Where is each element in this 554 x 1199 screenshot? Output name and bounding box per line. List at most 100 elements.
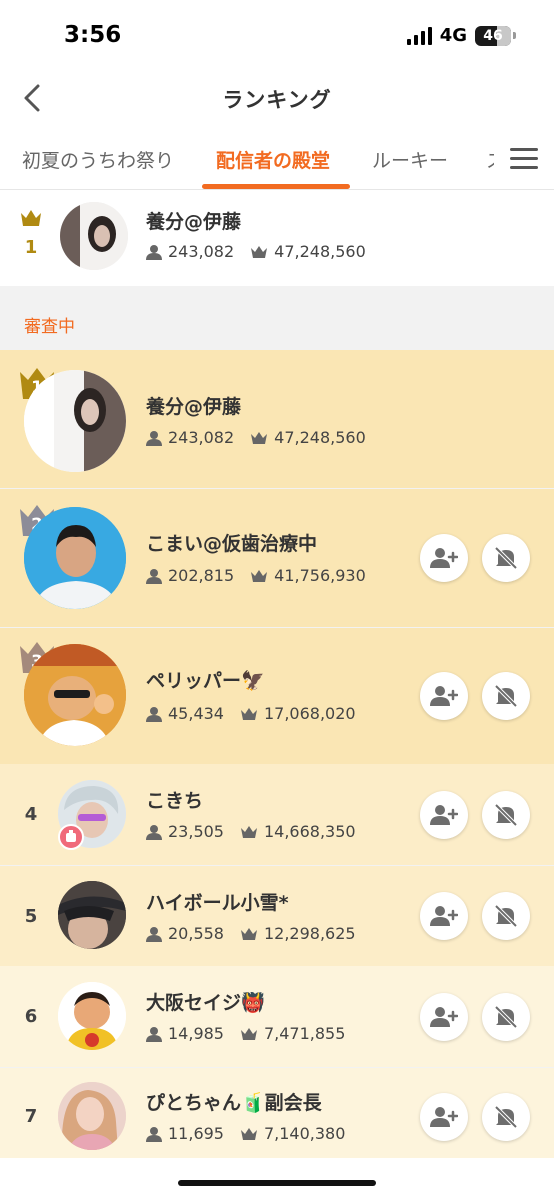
notify-button[interactable] [482,1093,530,1141]
points-count: 17,068,020 [263,704,356,723]
streamer-stats: 20,558 12,298,625 [146,924,356,943]
person-icon [146,926,162,942]
streamer-name: こきち [146,790,204,812]
menu-button[interactable] [510,148,538,172]
streamer-name: ハイボール小雪* [146,892,289,914]
ranking-row[interactable]: 6 大阪セイジ👹 14,985 7,471,855 [0,966,554,1067]
person-icon [146,568,162,584]
rank-number: 7 [24,1106,38,1127]
rank-number: 6 [24,1006,38,1027]
notify-button[interactable] [482,534,530,582]
person-icon [146,244,162,260]
battery-level: 46 [483,27,503,44]
bell-off-icon [494,1105,518,1129]
ranking-row[interactable]: 7 ぴとちゃん🧃副会長 11,695 7,140,380 [0,1068,554,1158]
home-indicator[interactable] [178,1180,376,1186]
person-add-icon [430,906,458,926]
followers-count: 11,695 [168,1124,224,1143]
bell-off-icon [494,546,518,570]
followers-count: 45,434 [168,704,224,723]
follow-button[interactable] [420,791,468,839]
person-icon [146,1126,162,1142]
avatar[interactable] [60,202,128,270]
battery-icon: 46 [475,25,516,46]
app-header: ランキング [0,72,554,126]
points-count: 14,668,350 [263,822,356,841]
tab-summer-festival[interactable]: 初夏のうちわ祭り [22,146,174,173]
ranking-row[interactable]: 1 養分@伊藤 243,082 47,248,560 [0,350,554,488]
avatar[interactable] [58,982,126,1050]
points-count: 7,140,380 [263,1124,346,1143]
rank-number: 4 [24,804,38,825]
crown-icon [251,569,268,582]
active-tab-indicator [202,184,350,189]
streamer-stats: 243,082 47,248,560 [146,242,366,261]
crown-icon [240,1127,257,1140]
person-icon [146,824,162,840]
crown-icon [240,707,257,720]
status-time: 3:56 [64,22,122,48]
points-count: 47,248,560 [274,428,366,447]
person-add-icon [430,686,458,706]
avatar-image [24,370,126,472]
rank-number: 5 [24,906,38,927]
person-add-icon [430,1007,458,1027]
streamer-name: こまい@仮歯治療中 [146,533,318,555]
notify-button[interactable] [482,892,530,940]
status-indicators: 4G 46 [406,25,516,46]
streamer-stats: 11,695 7,140,380 [146,1124,345,1143]
person-add-icon [430,805,458,825]
followers-count: 20,558 [168,924,224,943]
streamer-name: 養分@伊藤 [146,211,242,233]
avatar-image [58,982,126,1050]
streamer-stats: 23,505 14,668,350 [146,822,356,841]
avatar[interactable] [58,881,126,949]
avatar-image [24,507,126,609]
ranking-row[interactable]: 4 こきち 23,505 14,668,350 [0,764,554,865]
person-icon [146,706,162,722]
avatar-image [60,202,128,270]
tab-hall-of-fame[interactable]: 配信者の殿堂 [216,146,330,173]
notify-button[interactable] [482,672,530,720]
follow-button[interactable] [420,993,468,1041]
person-add-icon [430,1107,458,1127]
bell-off-icon [494,803,518,827]
section-label: 審査中 [24,317,75,337]
section-header: 審査中 [0,286,554,350]
points-count: 12,298,625 [263,924,356,943]
notify-button[interactable] [482,993,530,1041]
avatar[interactable] [24,507,126,609]
avatar-image [24,644,126,746]
status-bar: 3:56 4G 46 [0,0,554,72]
follow-button[interactable] [420,672,468,720]
followers-count: 243,082 [168,428,235,447]
rank-number: 1 [24,237,38,258]
ranking-row[interactable]: 5 ハイボール小雪* 20,558 12,298,625 [0,866,554,966]
bell-off-icon [494,684,518,708]
follow-button[interactable] [420,892,468,940]
notify-button[interactable] [482,791,530,839]
crown-icon [240,927,257,940]
tab-rookie[interactable]: ルーキー [372,146,448,173]
person-add-icon [430,548,458,568]
followers-count: 243,082 [168,242,235,261]
network-label: 4G [439,25,467,46]
points-count: 7,471,855 [263,1024,346,1043]
points-count: 47,248,560 [274,242,366,261]
streamer-stats: 45,434 17,068,020 [146,704,356,723]
followers-count: 14,985 [168,1024,224,1043]
avatar[interactable] [24,644,126,746]
person-icon [146,430,162,446]
top-ranking-row[interactable]: 1 養分@伊藤 243,082 47,248,560 [0,191,554,286]
streamer-stats: 243,082 47,248,560 [146,428,366,447]
avatar[interactable] [24,370,126,472]
crown-icon [251,245,268,258]
ranking-row[interactable]: 2 こまい@仮歯治療中 202,815 41,756,930 [0,489,554,627]
follow-button[interactable] [420,1093,468,1141]
streamer-name: ペリッパー🦅 [146,670,265,692]
ranking-row[interactable]: 3 ペリッパー🦅 45,434 17,068,020 [0,628,554,764]
crown-icon [240,1027,257,1040]
avatar[interactable] [58,1082,126,1150]
follow-button[interactable] [420,534,468,582]
live-badge-icon [58,824,84,850]
